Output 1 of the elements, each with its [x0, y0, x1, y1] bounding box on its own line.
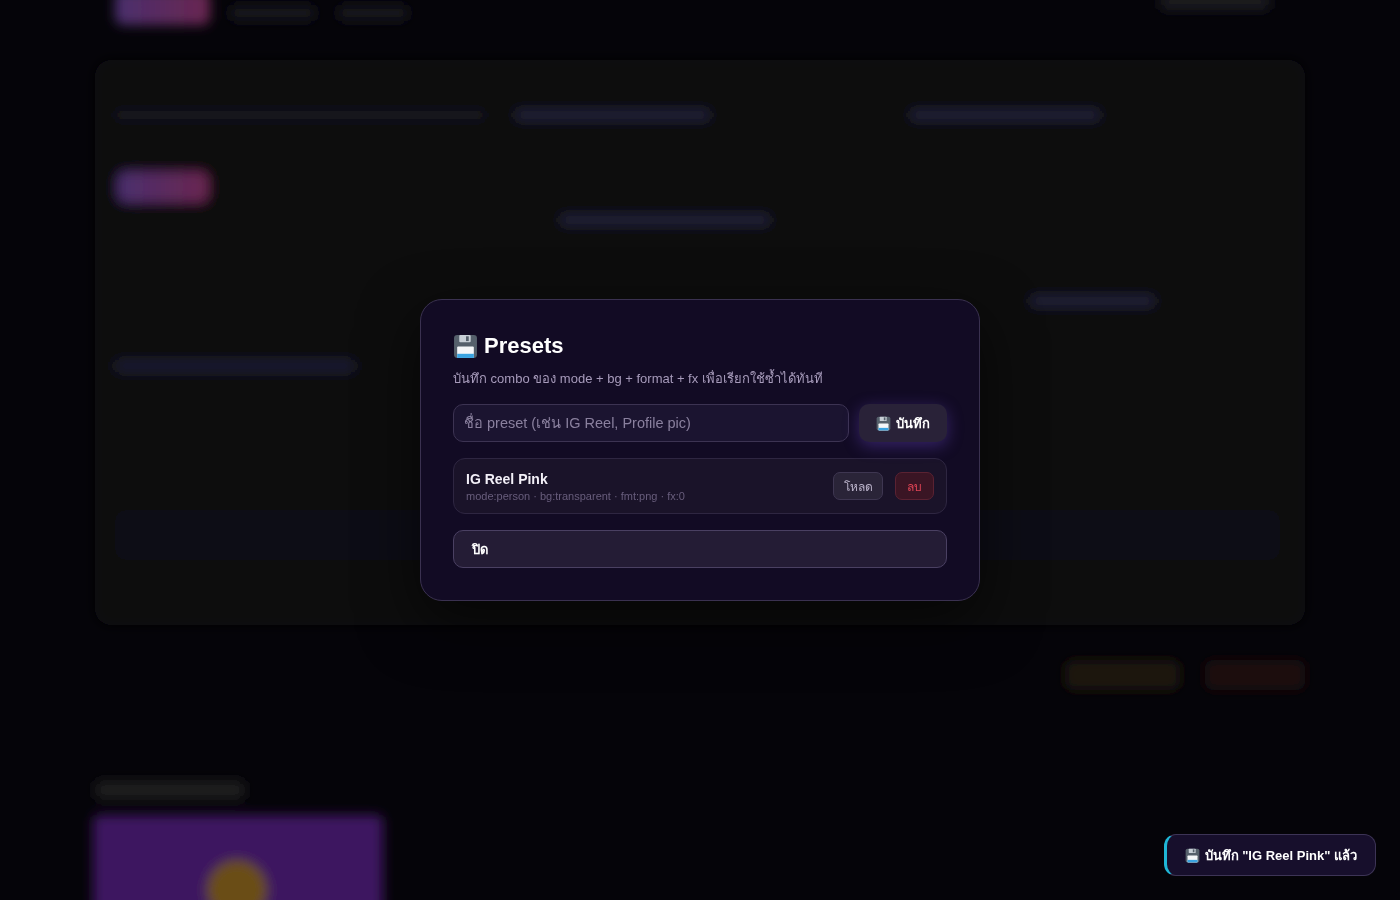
toast-message: บันทึก "IG Reel Pink" แล้ว — [1204, 846, 1357, 865]
